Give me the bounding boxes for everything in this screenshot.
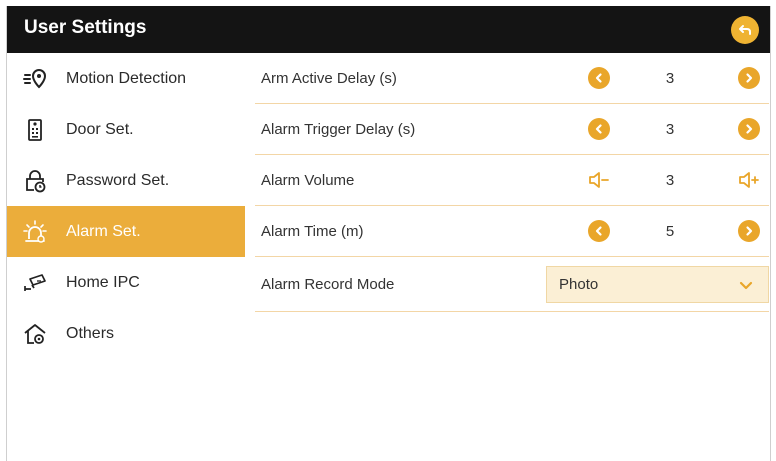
alarm-record-mode-select[interactable]: Photo — [546, 266, 769, 303]
sidebar-item-others[interactable]: Others — [7, 308, 245, 359]
arm-active-delay-value: 3 — [665, 69, 675, 87]
alarm-time-label: Alarm Time (m) — [261, 222, 364, 240]
alarm-trigger-delay-value: 3 — [665, 120, 675, 138]
chevron-right-icon — [746, 226, 753, 236]
chevron-right-icon — [746, 73, 753, 83]
motion-detection-icon — [22, 66, 48, 92]
settings-panel: Arm Active Delay (s) 3 Alarm Trigger Del… — [255, 53, 769, 312]
chevron-left-icon — [595, 73, 602, 83]
door-station-icon — [22, 117, 48, 143]
sidebar-item-alarm-set[interactable]: Alarm Set. — [7, 206, 245, 257]
settings-window: User Settings Motion Detection Door Set.… — [6, 6, 771, 461]
page-title: User Settings — [24, 17, 147, 38]
sidebar: Motion Detection Door Set. Password Set.… — [7, 53, 245, 359]
alarm-trigger-delay-row: Alarm Trigger Delay (s) 3 — [255, 104, 769, 155]
alarm-time-increase-button[interactable] — [738, 220, 760, 242]
sidebar-item-motion-detection[interactable]: Motion Detection — [7, 53, 245, 104]
alarm-time-value: 5 — [665, 222, 675, 240]
password-lock-icon — [22, 168, 48, 194]
sidebar-item-label: Home IPC — [66, 273, 140, 291]
alarm-trigger-delay-decrease-button[interactable] — [588, 118, 610, 140]
sidebar-item-label: Password Set. — [66, 171, 170, 189]
alarm-record-mode-label: Alarm Record Mode — [261, 275, 395, 293]
alarm-volume-row: Alarm Volume 3 — [255, 155, 769, 206]
back-button[interactable] — [731, 16, 759, 44]
volume-up-icon — [739, 172, 759, 188]
alarm-record-mode-value: Photo — [559, 276, 599, 293]
arm-active-delay-row: Arm Active Delay (s) 3 — [255, 53, 769, 104]
alarm-volume-down-button[interactable] — [588, 169, 610, 191]
ip-camera-icon — [22, 270, 48, 296]
sidebar-item-label: Alarm Set. — [66, 222, 141, 240]
sidebar-item-password-set[interactable]: Password Set. — [7, 155, 245, 206]
volume-down-icon — [589, 172, 609, 188]
alarm-volume-value: 3 — [665, 171, 675, 189]
chevron-left-icon — [595, 124, 602, 134]
sidebar-item-home-ipc[interactable]: Home IPC — [7, 257, 245, 308]
alarm-time-decrease-button[interactable] — [588, 220, 610, 242]
arm-active-delay-increase-button[interactable] — [738, 67, 760, 89]
alarm-trigger-delay-label: Alarm Trigger Delay (s) — [261, 120, 416, 138]
back-arrow-icon — [739, 25, 751, 35]
arm-active-delay-label: Arm Active Delay (s) — [261, 69, 397, 87]
sidebar-item-label: Others — [66, 324, 115, 342]
alarm-volume-label: Alarm Volume — [261, 171, 355, 189]
sidebar-item-label: Motion Detection — [66, 69, 187, 87]
chevron-down-icon — [739, 281, 753, 290]
alarm-record-mode-row: Alarm Record Mode Photo — [255, 257, 769, 312]
home-gear-icon — [22, 321, 48, 347]
title-bar: User Settings — [7, 6, 770, 53]
sidebar-item-door-set[interactable]: Door Set. — [7, 104, 245, 155]
sidebar-item-label: Door Set. — [66, 120, 134, 138]
chevron-right-icon — [746, 124, 753, 134]
alarm-light-icon — [22, 219, 48, 245]
alarm-volume-up-button[interactable] — [738, 169, 760, 191]
arm-active-delay-decrease-button[interactable] — [588, 67, 610, 89]
chevron-left-icon — [595, 226, 602, 236]
alarm-time-row: Alarm Time (m) 5 — [255, 206, 769, 257]
alarm-trigger-delay-increase-button[interactable] — [738, 118, 760, 140]
